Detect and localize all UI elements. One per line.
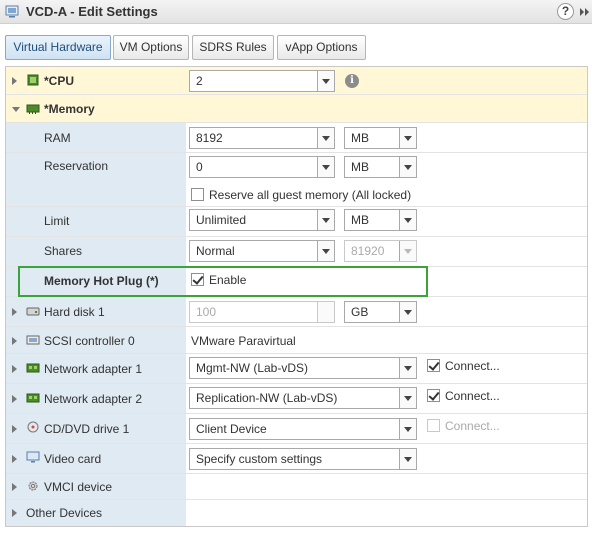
- limit-row: Limit Unlimited MB: [6, 207, 587, 237]
- ram-unit-select[interactable]: MB: [344, 127, 417, 149]
- reserve-all-checkbox[interactable]: [191, 188, 204, 201]
- chevron-down-icon[interactable]: [399, 128, 416, 148]
- cpu-row[interactable]: *CPU 2 i: [6, 67, 587, 95]
- chevron-down-icon[interactable]: [399, 388, 416, 408]
- vm-icon: [5, 5, 19, 18]
- info-icon[interactable]: i: [345, 74, 359, 88]
- network-adapter-1-row[interactable]: Network adapter 1 Mgmt-NW (Lab-vDS) Conn…: [6, 354, 587, 384]
- cd-dvd-label: CD/DVD drive 1: [44, 422, 130, 436]
- vmci-row[interactable]: VMCI device: [6, 474, 587, 500]
- network-adapter-2-row[interactable]: Network adapter 2 Replication-NW (Lab-vD…: [6, 384, 587, 414]
- chevron-down-icon[interactable]: [317, 210, 334, 230]
- network-adapter-2-label: Network adapter 2: [44, 392, 143, 406]
- collapse-caret-icon[interactable]: [12, 107, 20, 112]
- window-titlebar: VCD-A - Edit Settings ?: [0, 0, 592, 24]
- reserve-all-label: Reserve all guest memory (All locked): [209, 188, 412, 202]
- chevron-down-icon[interactable]: [399, 358, 416, 378]
- network-adapter-1-select[interactable]: Mgmt-NW (Lab-vDS): [189, 357, 417, 379]
- limit-label: Limit: [44, 214, 70, 228]
- hard-disk-unit-select[interactable]: GB: [344, 301, 417, 323]
- scsi-label: SCSI controller 0: [44, 334, 135, 348]
- video-card-label: Video card: [44, 452, 102, 466]
- spinner-arrows-icon[interactable]: [317, 302, 334, 322]
- chevron-down-icon[interactable]: [399, 449, 416, 469]
- reservation-label: Reservation: [44, 159, 109, 173]
- tab-vapp-options[interactable]: vApp Options: [277, 35, 366, 60]
- tab-sdrs-rules[interactable]: SDRS Rules: [192, 35, 274, 60]
- memory-icon: [26, 104, 40, 114]
- expand-caret-icon[interactable]: [12, 308, 17, 316]
- network-adapter-2-connect-checkbox[interactable]: [427, 389, 440, 402]
- expand-caret-icon[interactable]: [12, 77, 17, 85]
- ram-label: RAM: [44, 131, 71, 145]
- chevron-down-icon[interactable]: [317, 128, 334, 148]
- cd-dvd-connect-label: Connect...: [445, 419, 500, 433]
- network-adapter-1-connect-checkbox[interactable]: [427, 359, 440, 372]
- chevron-down-icon[interactable]: [317, 241, 334, 261]
- highlight-box: [18, 266, 428, 297]
- hard-disk-icon: [26, 307, 40, 316]
- hard-disk-size-spinner[interactable]: 100: [189, 301, 335, 323]
- cd-dvd-select[interactable]: Client Device: [189, 418, 417, 440]
- window-title: VCD-A - Edit Settings: [26, 4, 158, 19]
- vmci-gear-icon: [28, 481, 38, 491]
- chevron-down-icon[interactable]: [399, 210, 416, 230]
- chevron-down-icon[interactable]: [399, 157, 416, 177]
- hard-disk-label: Hard disk 1: [44, 305, 105, 319]
- chevron-down-icon[interactable]: [399, 419, 416, 439]
- vmci-label: VMCI device: [44, 480, 113, 494]
- network-adapter-1-connect-label: Connect...: [445, 359, 500, 373]
- network-adapter-icon: [26, 393, 40, 403]
- video-card-row[interactable]: Video card Specify custom settings: [6, 444, 587, 474]
- chevron-down-icon[interactable]: [317, 71, 334, 91]
- cpu-icon: [27, 74, 39, 86]
- expand-caret-icon[interactable]: [12, 395, 17, 403]
- cd-dvd-connect-checkbox: [427, 419, 440, 432]
- network-adapter-1-label: Network adapter 1: [44, 362, 143, 376]
- cpu-count-select[interactable]: 2: [189, 70, 335, 92]
- scsi-type-value: VMware Paravirtual: [191, 334, 296, 348]
- limit-value-select[interactable]: Unlimited: [189, 209, 335, 231]
- cd-dvd-row[interactable]: CD/DVD drive 1 Client Device Connect...: [6, 414, 587, 444]
- expand-caret-icon[interactable]: [12, 337, 17, 345]
- expand-caret-icon[interactable]: [12, 483, 17, 491]
- hard-disk-row[interactable]: Hard disk 1 100 GB: [6, 297, 587, 327]
- memory-label: *Memory: [44, 102, 95, 116]
- tab-vm-options[interactable]: VM Options: [113, 35, 189, 60]
- shares-row: Shares Normal 81920: [6, 237, 587, 267]
- other-devices-label: Other Devices: [26, 506, 103, 520]
- tab-virtual-hardware[interactable]: Virtual Hardware: [5, 35, 111, 60]
- reservation-value-select[interactable]: 0: [189, 156, 335, 178]
- chevron-down-icon[interactable]: [399, 302, 416, 322]
- help-button[interactable]: ?: [557, 3, 574, 20]
- expand-caret-icon[interactable]: [12, 509, 17, 517]
- expand-icon[interactable]: [579, 6, 591, 18]
- chevron-down-icon[interactable]: [317, 157, 334, 177]
- other-devices-row[interactable]: Other Devices: [6, 500, 587, 526]
- expand-caret-icon[interactable]: [12, 425, 17, 433]
- network-adapter-2-connect-label: Connect...: [445, 389, 500, 403]
- ram-row: RAM 8192 MB: [6, 123, 587, 153]
- network-adapter-2-select[interactable]: Replication-NW (Lab-vDS): [189, 387, 417, 409]
- reservation-unit-select[interactable]: MB: [344, 156, 417, 178]
- ram-value-select[interactable]: 8192: [189, 127, 335, 149]
- limit-unit-select[interactable]: MB: [344, 209, 417, 231]
- video-card-select[interactable]: Specify custom settings: [189, 448, 417, 470]
- cd-dvd-icon: [27, 421, 39, 433]
- expand-caret-icon[interactable]: [12, 455, 17, 463]
- shares-label: Shares: [44, 244, 83, 258]
- video-card-icon: [26, 451, 40, 463]
- reservation-row: Reservation 0 MB Reserve all guest memor…: [6, 153, 587, 207]
- scsi-controller-icon: [26, 335, 40, 345]
- scsi-row[interactable]: SCSI controller 0 VMware Paravirtual: [6, 327, 587, 354]
- chevron-down-icon: [399, 241, 416, 261]
- network-adapter-icon: [26, 363, 40, 373]
- shares-count-select: 81920: [344, 240, 417, 262]
- memory-row[interactable]: *Memory: [6, 95, 587, 123]
- expand-caret-icon[interactable]: [12, 365, 17, 373]
- hardware-grid: *CPU 2 i *Memory RAM 8192 MB Reservation…: [5, 66, 588, 527]
- shares-level-select[interactable]: Normal: [189, 240, 335, 262]
- cpu-label: *CPU: [44, 74, 75, 88]
